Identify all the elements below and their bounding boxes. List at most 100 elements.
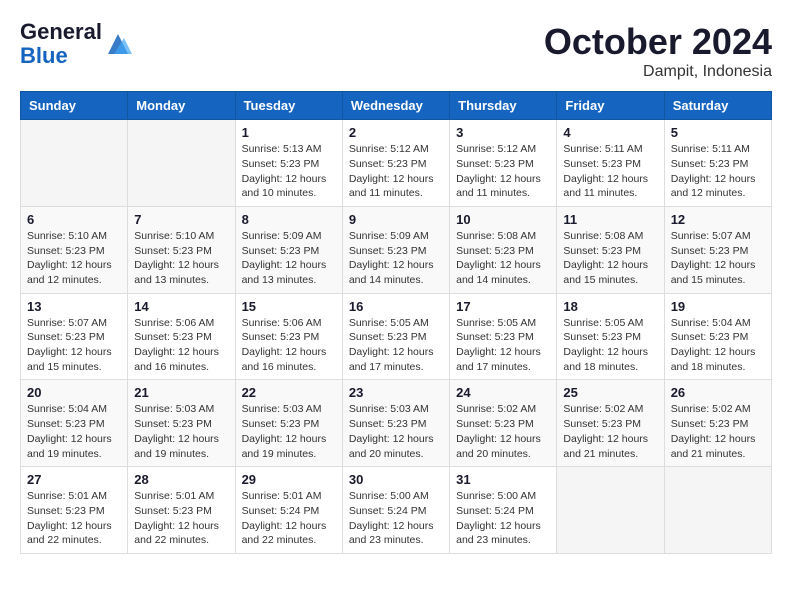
day-info: Sunrise: 5:02 AM Sunset: 5:23 PM Dayligh… bbox=[671, 402, 765, 461]
day-info: Sunrise: 5:08 AM Sunset: 5:23 PM Dayligh… bbox=[563, 229, 657, 288]
day-number: 29 bbox=[242, 472, 336, 487]
calendar-day-cell: 25 Sunrise: 5:02 AM Sunset: 5:23 PM Dayli… bbox=[557, 380, 664, 467]
day-number: 2 bbox=[349, 125, 443, 140]
day-info: Sunrise: 5:05 AM Sunset: 5:23 PM Dayligh… bbox=[456, 316, 550, 375]
calendar-day-cell: 28 Sunrise: 5:01 AM Sunset: 5:23 PM Dayli… bbox=[128, 467, 235, 554]
calendar-day-cell: 20Sunrise: 5:04 AM Sunset: 5:23 PM Dayli… bbox=[21, 380, 128, 467]
day-number: 16 bbox=[349, 299, 443, 314]
day-number: 13 bbox=[27, 299, 121, 314]
month-title: October 2024 bbox=[544, 20, 772, 63]
day-of-week-header: Friday bbox=[557, 92, 664, 120]
calendar-day-cell: 30 Sunrise: 5:00 AM Sunset: 5:24 PM Dayli… bbox=[342, 467, 449, 554]
calendar-day-cell bbox=[21, 120, 128, 207]
day-info: Sunrise: 5:06 AM Sunset: 5:23 PM Dayligh… bbox=[242, 316, 336, 375]
day-info: Sunrise: 5:05 AM Sunset: 5:23 PM Dayligh… bbox=[349, 316, 443, 375]
calendar-day-cell: 23 Sunrise: 5:03 AM Sunset: 5:23 PM Dayli… bbox=[342, 380, 449, 467]
day-number: 7 bbox=[134, 212, 228, 227]
calendar-day-cell bbox=[128, 120, 235, 207]
day-number: 17 bbox=[456, 299, 550, 314]
day-info: Sunrise: 5:00 AM Sunset: 5:24 PM Dayligh… bbox=[456, 489, 550, 548]
day-number: 21 bbox=[134, 385, 228, 400]
day-info: Sunrise: 5:08 AM Sunset: 5:23 PM Dayligh… bbox=[456, 229, 550, 288]
calendar-day-cell: 11 Sunrise: 5:08 AM Sunset: 5:23 PM Dayli… bbox=[557, 206, 664, 293]
day-number: 26 bbox=[671, 385, 765, 400]
page-header: General Blue October 2024 Dampit, Indone… bbox=[20, 20, 772, 81]
day-info: Sunrise: 5:07 AM Sunset: 5:23 PM Dayligh… bbox=[671, 229, 765, 288]
day-of-week-header: Tuesday bbox=[235, 92, 342, 120]
calendar-day-cell: 29 Sunrise: 5:01 AM Sunset: 5:24 PM Dayli… bbox=[235, 467, 342, 554]
calendar-day-cell: 5 Sunrise: 5:11 AM Sunset: 5:23 PM Daylig… bbox=[664, 120, 771, 207]
day-number: 15 bbox=[242, 299, 336, 314]
day-number: 24 bbox=[456, 385, 550, 400]
calendar-day-cell: 27 Sunrise: 5:01 AM Sunset: 5:23 PM Dayli… bbox=[21, 467, 128, 554]
calendar-day-cell: 4 Sunrise: 5:11 AM Sunset: 5:23 PM Daylig… bbox=[557, 120, 664, 207]
day-number: 14 bbox=[134, 299, 228, 314]
day-number: 28 bbox=[134, 472, 228, 487]
day-number: 11 bbox=[563, 212, 657, 227]
title-section: October 2024 Dampit, Indonesia bbox=[544, 20, 772, 81]
day-number: 27 bbox=[27, 472, 121, 487]
day-info: Sunrise: 5:01 AM Sunset: 5:23 PM Dayligh… bbox=[27, 489, 121, 548]
day-info: Sunrise: 5:04 AM Sunset: 5:23 PM Dayligh… bbox=[671, 316, 765, 375]
calendar-table: SundayMondayTuesdayWednesdayThursdayFrid… bbox=[20, 91, 772, 554]
day-number: 31 bbox=[456, 472, 550, 487]
calendar-week-row: 27 Sunrise: 5:01 AM Sunset: 5:23 PM Dayli… bbox=[21, 467, 772, 554]
day-info: Sunrise: 5:11 AM Sunset: 5:23 PM Dayligh… bbox=[563, 142, 657, 201]
day-number: 10 bbox=[456, 212, 550, 227]
day-number: 19 bbox=[671, 299, 765, 314]
day-info: Sunrise: 5:00 AM Sunset: 5:24 PM Dayligh… bbox=[349, 489, 443, 548]
calendar-day-cell: 26 Sunrise: 5:02 AM Sunset: 5:23 PM Dayli… bbox=[664, 380, 771, 467]
day-info: Sunrise: 5:13 AM Sunset: 5:23 PM Dayligh… bbox=[242, 142, 336, 201]
calendar-day-cell: 3Sunrise: 5:12 AM Sunset: 5:23 PM Daylig… bbox=[450, 120, 557, 207]
calendar-day-cell: 8Sunrise: 5:09 AM Sunset: 5:23 PM Daylig… bbox=[235, 206, 342, 293]
day-info: Sunrise: 5:11 AM Sunset: 5:23 PM Dayligh… bbox=[671, 142, 765, 201]
day-number: 22 bbox=[242, 385, 336, 400]
day-number: 20 bbox=[27, 385, 121, 400]
location: Dampit, Indonesia bbox=[544, 63, 772, 81]
day-of-week-header: Thursday bbox=[450, 92, 557, 120]
calendar-day-cell: 2 Sunrise: 5:12 AM Sunset: 5:23 PM Daylig… bbox=[342, 120, 449, 207]
calendar-week-row: 6Sunrise: 5:10 AM Sunset: 5:23 PM Daylig… bbox=[21, 206, 772, 293]
day-info: Sunrise: 5:10 AM Sunset: 5:23 PM Dayligh… bbox=[27, 229, 121, 288]
calendar-day-cell: 1Sunrise: 5:13 AM Sunset: 5:23 PM Daylig… bbox=[235, 120, 342, 207]
calendar-week-row: 20Sunrise: 5:04 AM Sunset: 5:23 PM Dayli… bbox=[21, 380, 772, 467]
calendar-day-cell: 18Sunrise: 5:05 AM Sunset: 5:23 PM Dayli… bbox=[557, 293, 664, 380]
calendar-day-cell: 7 Sunrise: 5:10 AM Sunset: 5:23 PM Daylig… bbox=[128, 206, 235, 293]
day-info: Sunrise: 5:12 AM Sunset: 5:23 PM Dayligh… bbox=[349, 142, 443, 201]
day-number: 5 bbox=[671, 125, 765, 140]
logo-icon bbox=[104, 30, 132, 58]
day-number: 30 bbox=[349, 472, 443, 487]
day-number: 4 bbox=[563, 125, 657, 140]
calendar-day-cell: 19 Sunrise: 5:04 AM Sunset: 5:23 PM Dayli… bbox=[664, 293, 771, 380]
logo-general-text: General bbox=[20, 19, 102, 44]
calendar-week-row: 1Sunrise: 5:13 AM Sunset: 5:23 PM Daylig… bbox=[21, 120, 772, 207]
logo: General Blue bbox=[20, 20, 132, 68]
day-of-week-header: Saturday bbox=[664, 92, 771, 120]
calendar-day-cell: 21 Sunrise: 5:03 AM Sunset: 5:23 PM Dayli… bbox=[128, 380, 235, 467]
calendar-day-cell: 24Sunrise: 5:02 AM Sunset: 5:23 PM Dayli… bbox=[450, 380, 557, 467]
day-info: Sunrise: 5:02 AM Sunset: 5:23 PM Dayligh… bbox=[563, 402, 657, 461]
day-info: Sunrise: 5:03 AM Sunset: 5:23 PM Dayligh… bbox=[242, 402, 336, 461]
day-info: Sunrise: 5:07 AM Sunset: 5:23 PM Dayligh… bbox=[27, 316, 121, 375]
day-info: Sunrise: 5:09 AM Sunset: 5:23 PM Dayligh… bbox=[349, 229, 443, 288]
day-info: Sunrise: 5:03 AM Sunset: 5:23 PM Dayligh… bbox=[134, 402, 228, 461]
day-of-week-header: Sunday bbox=[21, 92, 128, 120]
day-info: Sunrise: 5:01 AM Sunset: 5:23 PM Dayligh… bbox=[134, 489, 228, 548]
day-info: Sunrise: 5:10 AM Sunset: 5:23 PM Dayligh… bbox=[134, 229, 228, 288]
calendar-day-cell: 14Sunrise: 5:06 AM Sunset: 5:23 PM Dayli… bbox=[128, 293, 235, 380]
calendar-day-cell bbox=[557, 467, 664, 554]
calendar-day-cell: 17 Sunrise: 5:05 AM Sunset: 5:23 PM Dayli… bbox=[450, 293, 557, 380]
day-number: 12 bbox=[671, 212, 765, 227]
day-number: 23 bbox=[349, 385, 443, 400]
calendar-day-cell: 13 Sunrise: 5:07 AM Sunset: 5:23 PM Dayli… bbox=[21, 293, 128, 380]
calendar-day-cell: 9Sunrise: 5:09 AM Sunset: 5:23 PM Daylig… bbox=[342, 206, 449, 293]
day-info: Sunrise: 5:12 AM Sunset: 5:23 PM Dayligh… bbox=[456, 142, 550, 201]
day-of-week-header: Wednesday bbox=[342, 92, 449, 120]
day-info: Sunrise: 5:03 AM Sunset: 5:23 PM Dayligh… bbox=[349, 402, 443, 461]
day-number: 25 bbox=[563, 385, 657, 400]
day-number: 18 bbox=[563, 299, 657, 314]
calendar-week-row: 13 Sunrise: 5:07 AM Sunset: 5:23 PM Dayli… bbox=[21, 293, 772, 380]
calendar-day-cell: 16 Sunrise: 5:05 AM Sunset: 5:23 PM Dayli… bbox=[342, 293, 449, 380]
calendar-day-cell: 15 Sunrise: 5:06 AM Sunset: 5:23 PM Dayli… bbox=[235, 293, 342, 380]
day-info: Sunrise: 5:01 AM Sunset: 5:24 PM Dayligh… bbox=[242, 489, 336, 548]
